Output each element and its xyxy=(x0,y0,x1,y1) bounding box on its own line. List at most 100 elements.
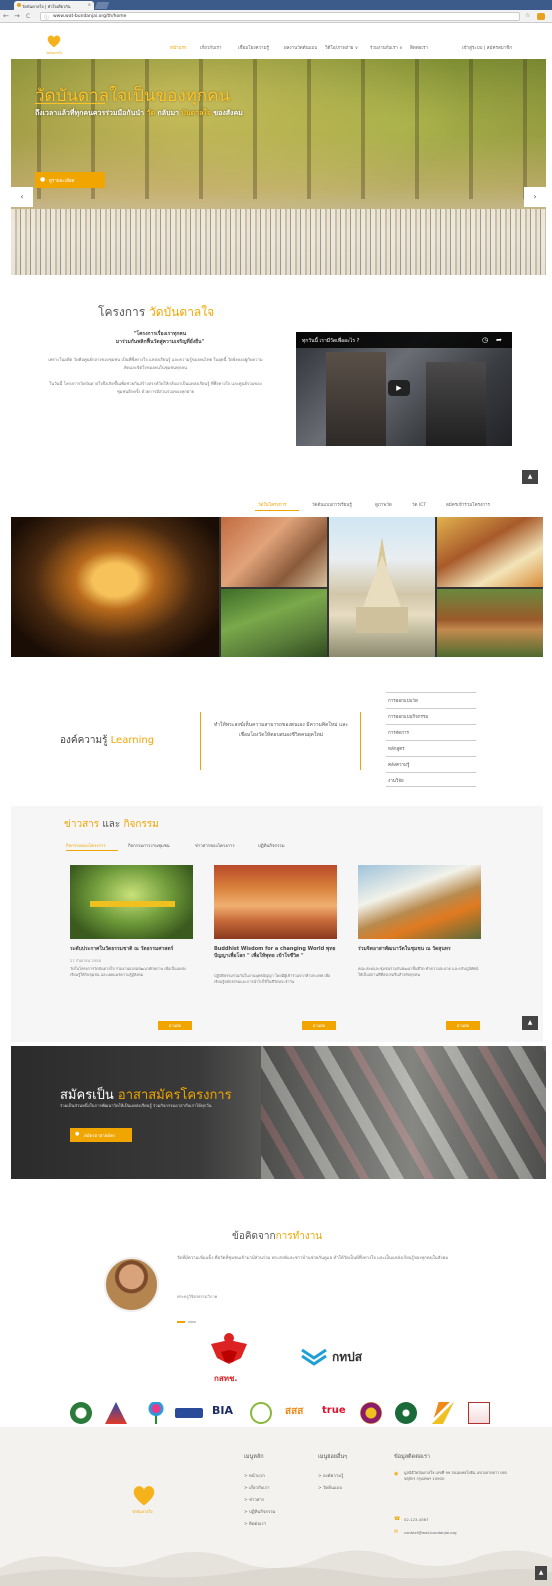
logo-text: วัดบันดาลใจ xyxy=(46,51,63,55)
login-register-link[interactable]: เข้าสู่ระบบ | สมัครสมาชิก xyxy=(462,44,512,51)
knowledge-title: องค์ความรู้ Learning xyxy=(60,735,155,746)
volunteer-title: สมัครเป็น อาสาสมัครโครงการ xyxy=(60,1088,232,1103)
partner-logo[interactable] xyxy=(468,1402,490,1424)
scroll-top-button[interactable]: ▲ xyxy=(522,1016,538,1030)
news-tab-news[interactable]: ข่าวสารของโครงการ xyxy=(195,842,235,849)
close-icon[interactable]: × xyxy=(88,2,91,7)
video-player[interactable]: ทุกวันนี้ เรามีวัดเพื่ออะไร ? ◷ ➦ ▶ xyxy=(296,332,512,446)
knowledge-link[interactable]: งานวิจัย xyxy=(386,772,476,787)
news-card-image[interactable] xyxy=(214,865,337,939)
tab-learning-temples[interactable]: วัดต้นแบบการเรียนรู้ xyxy=(312,501,352,508)
footer-link[interactable]: > ติดต่อเรา xyxy=(244,1520,266,1527)
news-card-image[interactable] xyxy=(70,865,193,939)
nav-item-home[interactable]: หน้าแรก xyxy=(170,44,187,51)
gallery-photo[interactable] xyxy=(221,589,327,657)
clock-icon[interactable]: ◷ xyxy=(482,336,488,344)
news-tab-calendar[interactable]: ปฏิทินกิจกรรม xyxy=(258,842,285,849)
read-more-button[interactable]: อ่านต่อ xyxy=(302,1021,336,1030)
logo-heart-icon[interactable] xyxy=(46,33,62,49)
footer-address: มูลนิธิวัดบันดาลใจ เลขที่ 99 ถนนพหลโยธิน… xyxy=(404,1470,507,1481)
testimonial-text: วัดที่มีความเข้มแข็ง คือวัดที่ชุมชนเข้าม… xyxy=(177,1256,449,1261)
share-icon[interactable]: ➦ xyxy=(496,336,502,344)
volunteer-signup-button[interactable]: ● สมัครอาสาสมัคร xyxy=(70,1128,132,1142)
bookmark-star-icon[interactable]: ☆ xyxy=(525,12,530,19)
read-more-button[interactable]: อ่านต่อ xyxy=(158,1021,192,1030)
partner-logo[interactable] xyxy=(360,1402,382,1424)
news-card-title[interactable]: Buddhist Wisdom for a changing World พุท… xyxy=(214,946,337,960)
carousel-next-button[interactable]: › xyxy=(524,187,546,207)
gallery-photo[interactable] xyxy=(437,517,543,587)
knowledge-link[interactable]: การจัดการ xyxy=(386,724,476,739)
news-card-image[interactable] xyxy=(358,865,481,939)
news-card-title[interactable]: ร่วมจิตอาสาพัฒนาวัดในชุมชน ณ วัดสุนทร xyxy=(358,946,481,953)
location-icon: ◉ xyxy=(394,1471,399,1477)
browser-tab[interactable]: วัดบันดาลใจ | หัวใจเดียวกัน × xyxy=(14,1,94,10)
stupa-illustration xyxy=(356,537,408,633)
news-card-title[interactable]: ระดับประกาศในวัดธรรมชาติ ณ วัดธรรมศาสตร์ xyxy=(70,946,193,953)
tab-projects[interactable]: วัดในโครงการ xyxy=(258,501,286,508)
carousel-prev-button[interactable]: ‹ xyxy=(11,187,33,207)
nav-item-about[interactable]: เกี่ยวกับเรา xyxy=(200,44,222,51)
partner-logo[interactable] xyxy=(145,1402,167,1424)
nav-item-model-temples[interactable]: ผลงานวัดต้นแบบ xyxy=(284,44,317,51)
nav-item-contact[interactable]: ติดต่อเรา xyxy=(410,44,428,51)
footer-logo-heart-icon[interactable] xyxy=(131,1482,157,1508)
gallery-photo[interactable] xyxy=(437,589,543,657)
footer-link[interactable]: > ข่าวสาร xyxy=(244,1496,264,1503)
tab-photos[interactable]: ดูภาพวัด xyxy=(375,501,392,508)
project-paragraph-2: ในวันนี้ โครงการวัดบันดาลใจจึงเกิดขึ้นเพ… xyxy=(49,381,262,394)
partner-logo[interactable] xyxy=(432,1402,454,1424)
nav-item-join[interactable]: ร่วมงานกับเรา ∨ xyxy=(370,44,403,51)
forward-icon[interactable]: → xyxy=(14,12,20,20)
news-card-date: 27 กันยายน 2558 xyxy=(70,958,101,963)
footer-link[interactable]: > ปฏิทินกิจกรรม xyxy=(244,1508,276,1515)
footer-link[interactable]: > องค์ความรู้ xyxy=(318,1472,343,1479)
tab-ict[interactable]: วัด ICT xyxy=(412,501,426,508)
partner-logo[interactable] xyxy=(175,1408,203,1418)
volunteer-photo xyxy=(261,1046,546,1179)
carousel-dot[interactable] xyxy=(188,1321,196,1323)
nav-item-knowledge[interactable]: เชื่อมโยงความรู้ xyxy=(238,44,269,51)
partner-logo-true[interactable]: true xyxy=(322,1405,346,1416)
knowledge-link[interactable]: การออกแบบกิจกรรม xyxy=(386,708,476,723)
hero-details-button[interactable]: ● ดูรายละเอียด xyxy=(35,172,105,188)
partner-logo[interactable] xyxy=(395,1402,417,1424)
partner-logo[interactable] xyxy=(250,1402,272,1424)
scroll-top-button[interactable]: ▲ xyxy=(535,1566,547,1580)
footer-phone[interactable]: 02-123-4567 xyxy=(404,1517,514,1523)
knowledge-link[interactable]: หลักสูตร xyxy=(386,740,476,755)
new-tab-button[interactable] xyxy=(94,2,110,9)
knowledge-link[interactable]: คลังความรู้ xyxy=(386,756,476,771)
nav-item-media[interactable]: วิดีโอ/ภาพถ่าย ∨ xyxy=(325,44,358,51)
footer-link[interactable]: > เกี่ยวกับเรา xyxy=(244,1484,270,1491)
partner-logo[interactable] xyxy=(105,1402,127,1424)
partner-logo-thaihealth[interactable]: สสส xyxy=(285,1404,303,1419)
gallery-photo[interactable] xyxy=(221,517,327,587)
volunteer-banner xyxy=(11,1046,546,1179)
reload-icon[interactable]: C xyxy=(26,13,30,20)
footer-link[interactable]: > หน้าแรก xyxy=(244,1472,265,1479)
footer-link[interactable]: > วัดต้นแบบ xyxy=(318,1484,342,1491)
partner-logo-bia[interactable]: BIA xyxy=(212,1404,233,1417)
browser-tab-bar: วัดบันดาลใจ | หัวใจเดียวกัน × xyxy=(0,0,552,10)
news-tab-community[interactable]: กิจกรรมการงานชุมชน xyxy=(128,842,170,849)
footer-col3-heading: ข้อมูลติดต่อเรา xyxy=(394,1454,430,1460)
tab-apply[interactable]: สมัครเข้าร่วมโครงการ xyxy=(446,501,490,508)
play-icon[interactable]: ▶ xyxy=(388,380,410,396)
knowledge-link[interactable]: การออกแบบวัด xyxy=(386,692,476,707)
testimonial-author: พระครูวิจิตรธรรมวิภาค xyxy=(177,1294,218,1299)
testimonial-title: ข้อคิดจากการทำงาน xyxy=(232,1231,323,1242)
partner-logo[interactable] xyxy=(70,1402,92,1424)
news-tab-activities[interactable]: กิจกรรมของโครงการ xyxy=(66,842,106,849)
back-icon[interactable]: ← xyxy=(3,12,9,20)
hero-title: วัดบันดาลใจเป็นของทุกคน xyxy=(35,86,231,106)
extension-icon[interactable] xyxy=(537,13,545,20)
url-bar[interactable]: ⓘ www.wat-bundanjai.org/th/home xyxy=(40,12,520,21)
video-title: ทุกวันนี้ เรามีวัดเพื่ออะไร ? xyxy=(302,338,360,344)
read-more-button[interactable]: อ่านต่อ xyxy=(446,1021,480,1030)
gallery-photo[interactable] xyxy=(11,517,219,657)
carousel-dot-active[interactable] xyxy=(177,1321,185,1323)
scroll-top-button[interactable]: ▲ xyxy=(522,470,538,484)
avatar xyxy=(104,1257,159,1312)
phone-icon: ☎ xyxy=(394,1516,401,1522)
